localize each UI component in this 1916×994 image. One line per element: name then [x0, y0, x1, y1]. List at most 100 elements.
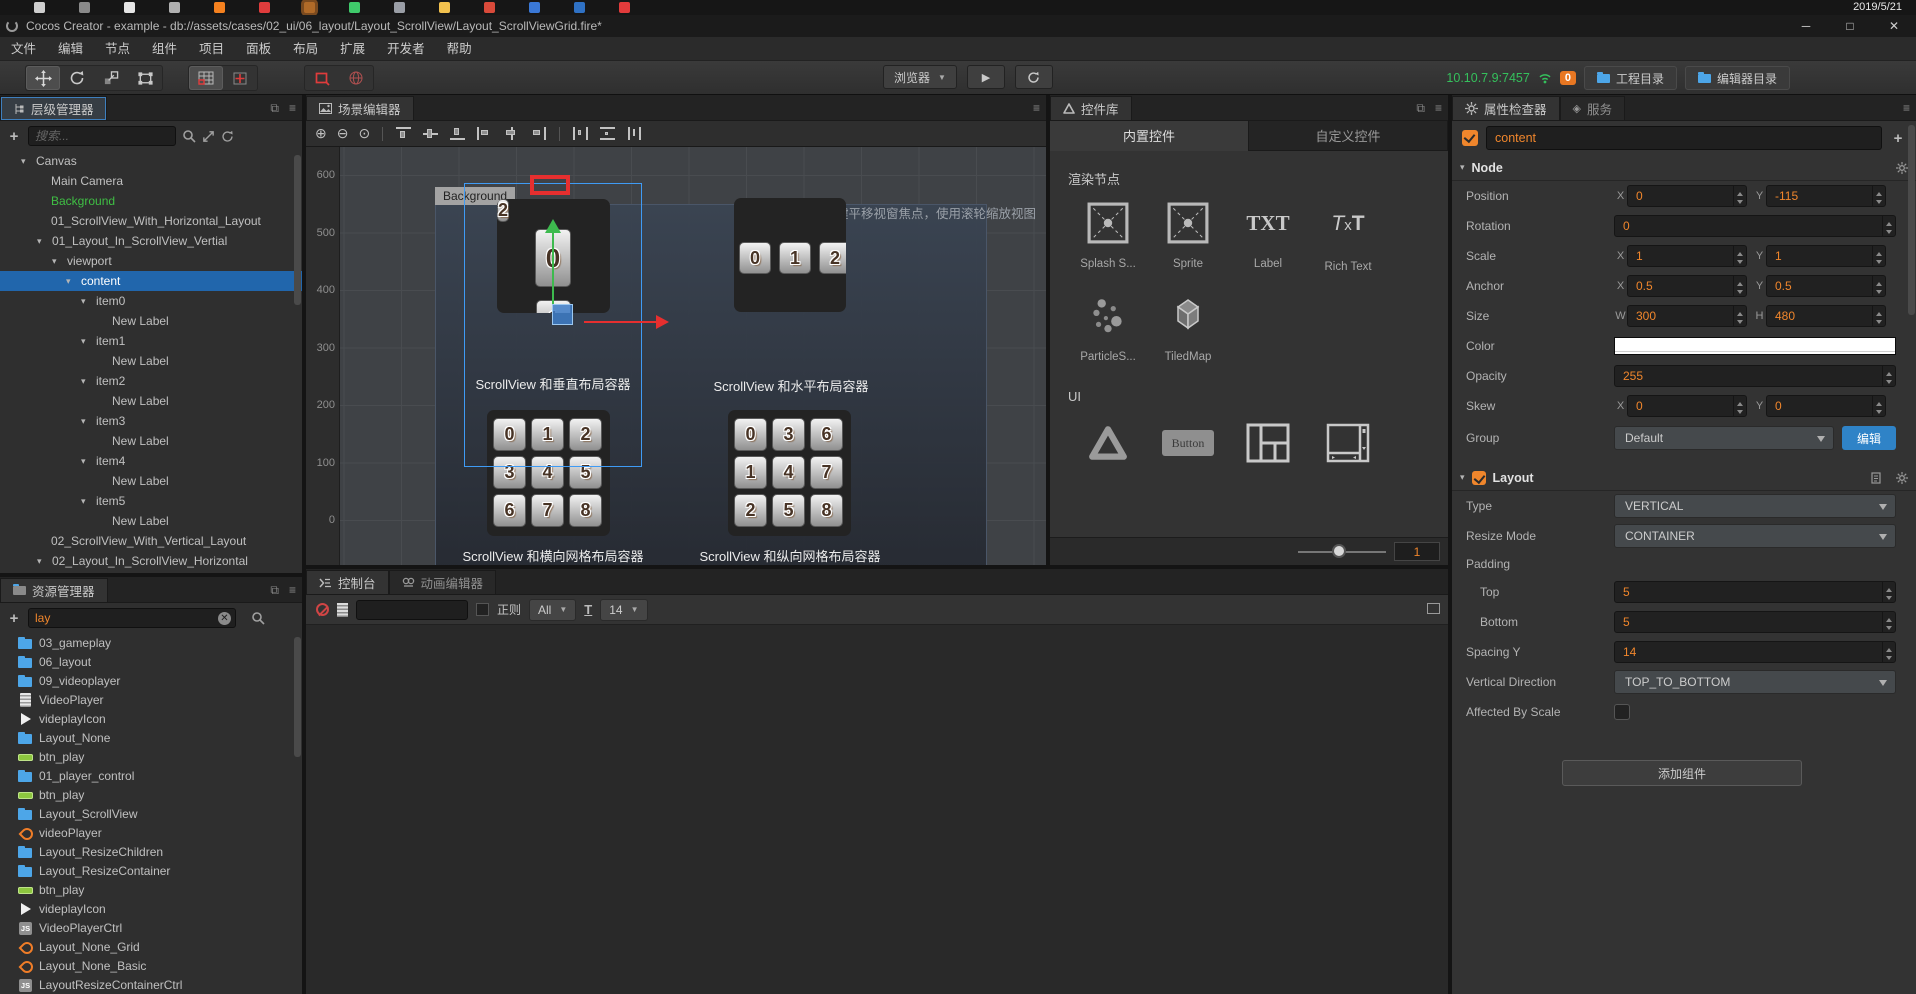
tab-builtin-controls[interactable]: 内置控件 — [1050, 121, 1248, 151]
align-left-icon[interactable] — [477, 127, 492, 140]
taskbar-app-icon[interactable] — [169, 2, 180, 13]
asset-row[interactable]: Layout_None — [0, 728, 302, 747]
align-bottom-icon[interactable] — [450, 127, 466, 140]
asset-row[interactable]: Layout_ResizeContainer — [0, 861, 302, 880]
stepper-up[interactable] — [1883, 216, 1895, 226]
search-icon[interactable] — [251, 611, 265, 625]
tree-row[interactable]: ▾ Canvas — [0, 151, 302, 171]
chevron-down-icon[interactable]: ▾ — [37, 236, 52, 247]
tree-row[interactable]: ▾ item3 — [0, 411, 302, 431]
tree-row[interactable]: ▾ 02_Layout_In_ScrollView_Horizontal — [0, 551, 302, 571]
library-item-scrollview[interactable] — [1308, 423, 1388, 463]
menu-item[interactable]: 布局 — [282, 37, 329, 61]
asset-row[interactable]: videplayIcon — [0, 709, 302, 728]
panel-menu-icon[interactable]: ≡ — [1435, 101, 1442, 116]
zoom-out-icon[interactable]: ⊖ — [334, 125, 352, 142]
skew-y-input[interactable]: 0 — [1766, 395, 1886, 417]
add-asset-button[interactable]: + — [6, 610, 22, 627]
panel-menu-icon[interactable]: ≡ — [1903, 101, 1910, 115]
play-button[interactable]: ▶ — [966, 65, 1005, 89]
stepper-up[interactable] — [1734, 186, 1746, 196]
stepper-down[interactable] — [1883, 226, 1895, 236]
hierarchy-scrollbar[interactable] — [294, 155, 301, 305]
anchor-x-input[interactable]: 0.5 — [1627, 275, 1747, 297]
menu-item[interactable]: 扩展 — [329, 37, 376, 61]
resize-mode-dropdown[interactable]: CONTAINER — [1614, 524, 1896, 548]
scale-tool-button[interactable] — [94, 66, 128, 90]
asset-row[interactable]: Layout_ScrollView — [0, 804, 302, 823]
refresh-icon[interactable] — [221, 130, 234, 143]
anchor-y-input[interactable]: 0.5 — [1766, 275, 1886, 297]
stepper-up[interactable] — [1873, 276, 1885, 286]
open-log-icon[interactable] — [337, 602, 348, 617]
taskbar-app-icon[interactable] — [259, 2, 270, 13]
stepper-up[interactable] — [1873, 396, 1885, 406]
font-size-dropdown[interactable]: 14 ▼ — [600, 598, 648, 621]
tab-animation-editor[interactable]: 动画编辑器 — [388, 570, 497, 594]
chevron-down-icon[interactable]: ▾ — [66, 276, 81, 287]
stepper-down[interactable] — [1883, 376, 1895, 386]
skew-x-input[interactable]: 0 — [1627, 395, 1747, 417]
menu-item[interactable]: 项目 — [188, 37, 235, 61]
stepper-up[interactable] — [1883, 642, 1895, 652]
menu-item[interactable]: 组件 — [141, 37, 188, 61]
gear-icon[interactable] — [1896, 471, 1908, 484]
tree-row[interactable]: 02_ScrollView_With_Vertical_Layout — [0, 531, 302, 551]
color-swatch[interactable] — [1614, 337, 1896, 355]
position-x-input[interactable]: 0 — [1627, 185, 1747, 207]
chevron-down-icon[interactable]: ▾ — [81, 456, 96, 467]
taskbar-app-icon[interactable] — [439, 2, 450, 13]
chevron-down-icon[interactable]: ▾ — [81, 336, 96, 347]
stepper-up[interactable] — [1873, 246, 1885, 256]
asset-row[interactable]: Layout_None_Basic — [0, 956, 302, 975]
assets-scrollbar[interactable] — [294, 637, 301, 757]
scale-y-input[interactable]: 1 — [1766, 245, 1886, 267]
asset-row[interactable]: VideoPlayerCtrl — [0, 918, 302, 937]
tab-custom-controls[interactable]: 自定义控件 — [1248, 121, 1448, 151]
stepper-down[interactable] — [1873, 196, 1885, 206]
move-tool-button[interactable] — [26, 66, 60, 90]
layout-section-header[interactable]: ▾ Layout — [1452, 465, 1916, 491]
tree-row[interactable]: ▾ 01_Layout_In_ScrollView_Vertial — [0, 231, 302, 251]
pivot-snap-button[interactable] — [223, 66, 257, 90]
stepper-down[interactable] — [1734, 406, 1746, 416]
stepper-up[interactable] — [1883, 366, 1895, 376]
tree-row[interactable]: ▾ viewport — [0, 251, 302, 271]
tree-row[interactable]: ▾ item0 — [0, 291, 302, 311]
tree-row[interactable]: ▾ item2 — [0, 371, 302, 391]
error-count-badge[interactable]: 0 — [1559, 71, 1576, 85]
tab-console[interactable]: 控制台 — [306, 570, 389, 594]
gear-icon[interactable] — [1896, 161, 1908, 174]
tree-row[interactable]: New Label — [0, 511, 302, 531]
stepper-up[interactable] — [1734, 306, 1746, 316]
library-item-label[interactable]: TXT Label — [1228, 202, 1308, 273]
scene-rect-button[interactable] — [305, 66, 339, 90]
open-editor-dir-button[interactable]: 编辑器目录 — [1684, 66, 1790, 90]
stepper-down[interactable] — [1734, 256, 1746, 266]
asset-row[interactable]: btn_play — [0, 880, 302, 899]
tab-control-library[interactable]: 控件库 — [1050, 96, 1132, 120]
panel-menu-icon[interactable]: ≡ — [289, 583, 296, 598]
open-project-dir-button[interactable]: 工程目录 — [1583, 66, 1677, 90]
asset-row[interactable]: VideoPlayer — [0, 690, 302, 709]
zoom-slider-knob[interactable] — [1332, 544, 1346, 558]
stepper-down[interactable] — [1873, 316, 1885, 326]
stepper-up[interactable] — [1734, 246, 1746, 256]
chevron-down-icon[interactable]: ▾ — [37, 556, 52, 567]
taskbar-app-icon[interactable] — [349, 2, 360, 13]
padding-top-input[interactable]: 5 — [1614, 581, 1896, 603]
stepper-down[interactable] — [1873, 406, 1885, 416]
y-axis-gizmo[interactable] — [552, 227, 554, 304]
panel-menu-icon[interactable]: ≡ — [289, 101, 296, 116]
zoom-in-icon[interactable]: ⊕ — [312, 125, 330, 142]
node-active-checkbox[interactable] — [1462, 130, 1478, 146]
affected-by-scale-checkbox[interactable] — [1614, 704, 1630, 720]
stepper-down[interactable] — [1883, 652, 1895, 662]
tree-row[interactable]: New Label — [0, 431, 302, 451]
menu-item[interactable]: 节点 — [94, 37, 141, 61]
asset-row[interactable]: videoPlayer — [0, 823, 302, 842]
taskbar-app-icon[interactable] — [34, 2, 45, 13]
taskbar-app-icon[interactable] — [619, 2, 630, 13]
padding-bottom-input[interactable]: 5 — [1614, 611, 1896, 633]
help-doc-icon[interactable] — [1870, 471, 1882, 484]
